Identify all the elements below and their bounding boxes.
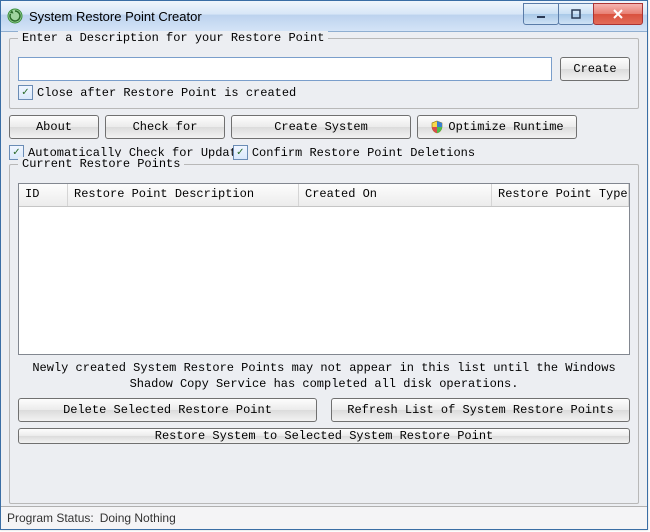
optimize-runtime-label: Optimize Runtime — [448, 120, 563, 134]
confirm-delete-label: Confirm Restore Point Deletions — [252, 146, 475, 160]
client-area: Enter a Description for your Restore Poi… — [1, 32, 647, 506]
refresh-list-button[interactable]: Refresh List of System Restore Points — [331, 398, 630, 422]
col-id[interactable]: ID — [19, 184, 68, 206]
optimize-runtime-button[interactable]: Optimize Runtime — [417, 115, 577, 139]
window-title: System Restore Point Creator — [29, 9, 524, 24]
helper-text: Newly created System Restore Points may … — [18, 359, 630, 394]
action-buttons: Delete Selected Restore Point Refresh Li… — [18, 398, 630, 444]
restore-points-list[interactable]: ID Restore Point Description Created On … — [18, 183, 630, 355]
app-window: System Restore Point Creator Enter a Des… — [0, 0, 648, 530]
delete-selected-button[interactable]: Delete Selected Restore Point — [18, 398, 317, 422]
maximize-button[interactable] — [558, 3, 594, 25]
col-created-on[interactable]: Created On — [299, 184, 492, 206]
status-bar: Program Status: Doing Nothing — [1, 506, 647, 529]
description-input[interactable] — [18, 57, 552, 81]
app-icon — [7, 8, 23, 24]
window-controls — [524, 3, 643, 25]
toolbar: About Check for Create System Optimize R… — [9, 115, 639, 139]
minimize-button[interactable] — [523, 3, 559, 25]
close-button[interactable] — [593, 3, 643, 25]
confirm-delete-checkbox[interactable]: ✓ — [233, 145, 248, 160]
create-button[interactable]: Create — [560, 57, 630, 81]
uac-shield-icon — [430, 120, 444, 134]
status-value: Doing Nothing — [100, 511, 176, 525]
close-after-checkbox[interactable]: ✓ — [18, 85, 33, 100]
col-description[interactable]: Restore Point Description — [68, 184, 299, 206]
restore-points-group: Current Restore Points ID Restore Point … — [9, 164, 639, 504]
create-system-button[interactable]: Create System — [231, 115, 411, 139]
description-group-title: Enter a Description for your Restore Poi… — [18, 31, 328, 45]
close-after-label: Close after Restore Point is created — [37, 86, 296, 100]
list-header: ID Restore Point Description Created On … — [19, 184, 629, 207]
restore-selected-button[interactable]: Restore System to Selected System Restor… — [18, 428, 630, 444]
col-type[interactable]: Restore Point Type — [492, 184, 629, 206]
description-group: Enter a Description for your Restore Poi… — [9, 38, 639, 109]
restore-points-title: Current Restore Points — [18, 157, 184, 171]
check-for-button[interactable]: Check for — [105, 115, 225, 139]
status-label: Program Status: — [7, 511, 94, 525]
about-button[interactable]: About — [9, 115, 99, 139]
titlebar: System Restore Point Creator — [1, 1, 647, 32]
list-body[interactable] — [19, 207, 629, 354]
